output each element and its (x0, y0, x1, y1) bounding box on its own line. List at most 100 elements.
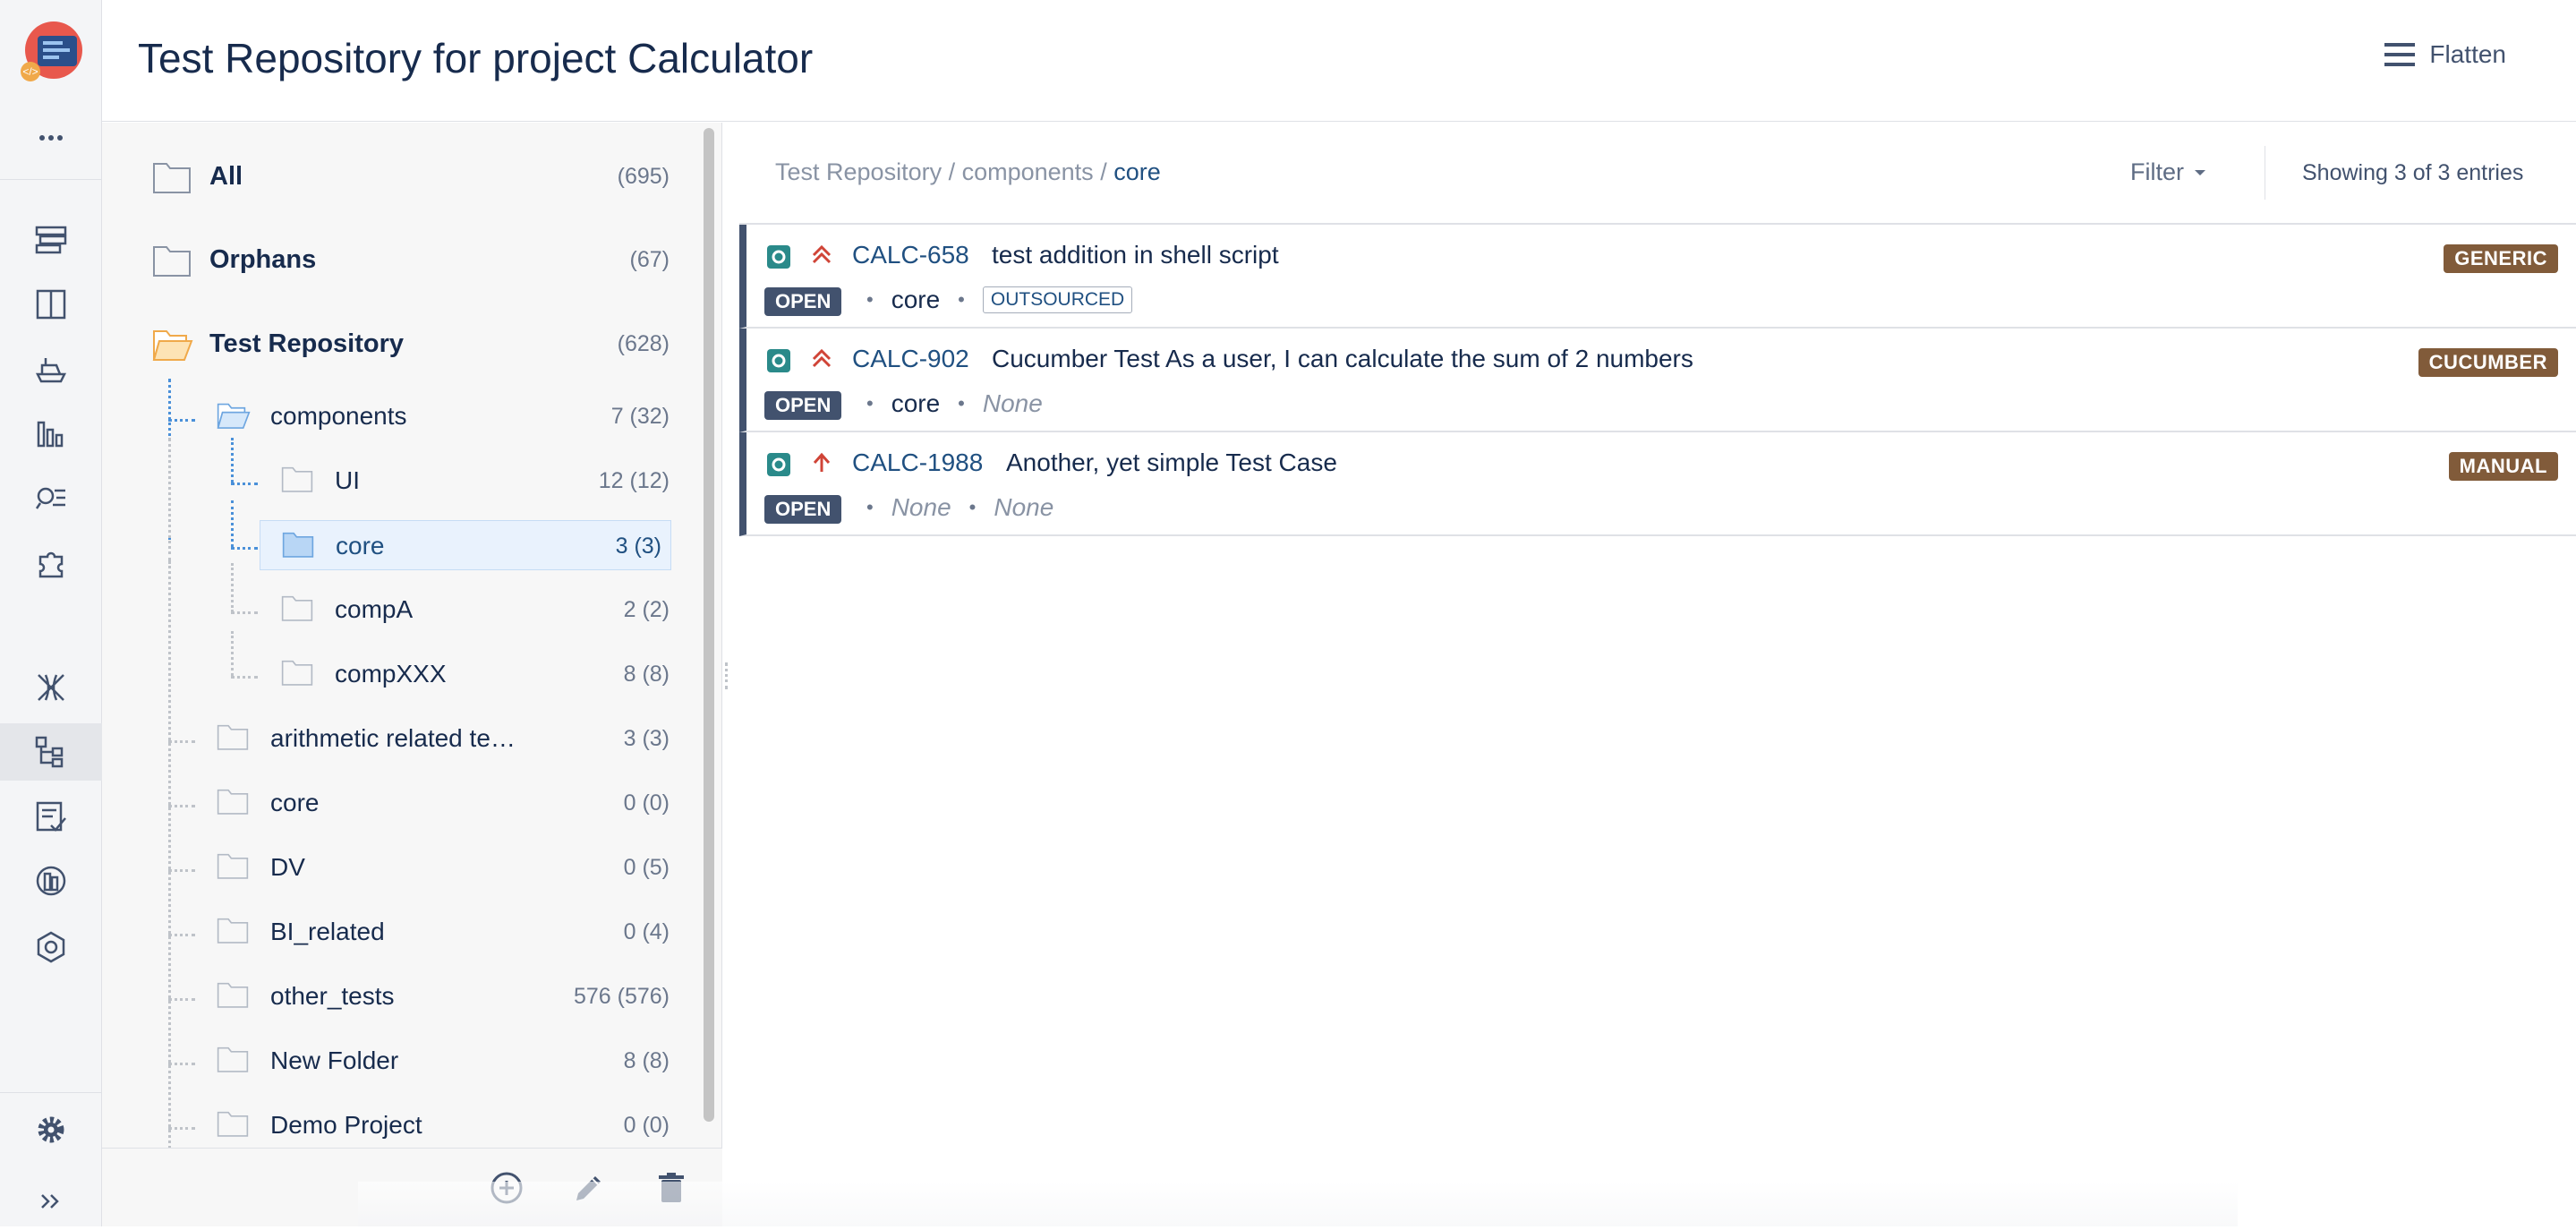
flatten-label: Flatten (2429, 40, 2506, 68)
component-value: core (891, 286, 941, 313)
tree-scroll-thumb[interactable] (704, 128, 714, 1122)
test-summary[interactable]: Another, yet simple Test Case (1006, 448, 1337, 477)
tree-node-label: New Folder (270, 1046, 399, 1074)
filter-button[interactable]: Filter (2130, 158, 2207, 186)
flatten-button[interactable]: Flatten (2383, 39, 2506, 70)
tree-node-compa[interactable]: compA 2 (2) (260, 585, 680, 635)
tree-node-demo-project[interactable]: Demo Project 0 (0) (195, 1100, 680, 1148)
hamburger-icon (2384, 43, 2416, 66)
settings-icon[interactable] (0, 1101, 102, 1158)
label-value: None (994, 493, 1054, 521)
test-key-link[interactable]: CALC-1988 (852, 448, 983, 477)
tree-node-label: arithmetic related te… (270, 724, 516, 752)
test-type-badge: GENERIC (2444, 244, 2558, 273)
tree-node-label: core (270, 789, 320, 816)
tree-node-count: (695) (617, 164, 670, 189)
folder-tree[interactable]: All (695) Orphans (67) Test Repository (… (102, 123, 695, 1148)
tree-node-dv[interactable]: DV 0 (5) (195, 842, 680, 893)
entries-count: Showing 3 of 3 entries (2302, 160, 2524, 185)
tree-node-test-repository[interactable]: Test Repository (628) (134, 319, 680, 369)
tree-node-count: 3 (3) (623, 726, 670, 751)
folder-icon (281, 660, 313, 686)
breadcrumb-parent[interactable]: components (962, 158, 1094, 185)
folder-icon (282, 532, 314, 558)
tree-node-count: 0 (5) (623, 855, 670, 880)
ship-icon[interactable] (0, 340, 102, 397)
tree-node-count: 12 (12) (598, 468, 670, 493)
tree-node-components[interactable]: components 7 (32) (195, 391, 680, 441)
board-icon[interactable] (0, 211, 102, 269)
search-issues-icon[interactable] (0, 469, 102, 526)
test-meta: • None • None (866, 493, 1053, 522)
breadcrumb-current: core (1113, 158, 1161, 185)
priority-highest-icon (812, 244, 832, 264)
page-header: Test Repository for project Calculator F… (102, 0, 2576, 122)
tree-node-all[interactable]: All (695) (134, 151, 680, 201)
priority-highest-icon (812, 348, 832, 368)
folder-open-icon (217, 403, 251, 429)
label-value: None (982, 389, 1043, 417)
tree-node-count: 2 (2) (623, 597, 670, 622)
tree-node-label: UI (335, 466, 360, 494)
folder-icon (217, 724, 249, 750)
test-row[interactable]: CALC-658 test addition in shell script O… (739, 225, 2576, 329)
test-summary[interactable]: Cucumber Test As a user, I can calculate… (992, 345, 1693, 373)
test-key-link[interactable]: CALC-658 (852, 241, 969, 269)
breadcrumb-root[interactable]: Test Repository (775, 158, 942, 185)
component-icon[interactable] (0, 918, 102, 976)
tree-node-core-selected[interactable]: core 3 (3) (260, 520, 671, 570)
test-row[interactable]: CALC-1988 Another, yet simple Test Case … (739, 432, 2576, 536)
folder-tree-panel: All (695) Orphans (67) Test Repository (… (102, 123, 722, 1226)
label-tag[interactable]: OUTSOURCED (982, 286, 1133, 313)
test-issue-type-icon (767, 453, 790, 476)
tree-node-label: Orphans (209, 245, 317, 274)
test-list-panel: Test Repository / components / core Filt… (723, 123, 2576, 1226)
add-ons-icon[interactable] (0, 534, 102, 591)
status-badge: OPEN (764, 287, 842, 316)
tree-node-label: other_tests (270, 982, 395, 1010)
separator-dot: • (958, 288, 965, 311)
folder-icon (217, 1111, 249, 1137)
tree-node-core[interactable]: core 0 (0) (195, 778, 680, 828)
breadcrumb-separator: / (942, 158, 962, 185)
tree-node-bi-related[interactable]: BI_related 0 (4) (195, 907, 680, 957)
reports-icon[interactable] (0, 405, 102, 462)
columns-icon[interactable] (0, 276, 102, 333)
separator-dot: • (866, 392, 874, 414)
separator-dot: • (866, 288, 874, 311)
tree-node-arithmetic[interactable]: arithmetic related te… 3 (3) (195, 713, 680, 764)
test-meta: • core • None (866, 389, 1043, 418)
more-icon[interactable] (0, 109, 102, 167)
tree-node-other-tests[interactable]: other_tests 576 (576) (195, 971, 680, 1021)
test-row[interactable]: CALC-902 Cucumber Test As a user, I can … (739, 329, 2576, 432)
test-repository-icon[interactable] (0, 723, 102, 781)
component-value: None (891, 493, 951, 521)
status-badge: OPEN (764, 391, 842, 420)
folder-icon (281, 466, 313, 492)
page-title: Test Repository for project Calculator (138, 35, 814, 81)
svg-text:</>: </> (22, 65, 38, 78)
test-issue-type-icon (767, 245, 790, 269)
test-plan-icon[interactable] (0, 788, 102, 845)
tree-node-new-folder[interactable]: New Folder 8 (8) (195, 1036, 680, 1086)
tree-node-ui[interactable]: UI 12 (12) (260, 456, 680, 506)
test-runs-icon[interactable] (0, 852, 102, 910)
tree-node-label: BI_related (270, 918, 385, 945)
breadcrumb-separator: / (1093, 158, 1114, 185)
expand-icon[interactable] (0, 1173, 102, 1230)
test-type-badge: CUCUMBER (2418, 348, 2558, 377)
tree-node-count: (67) (629, 247, 670, 272)
folder-icon (217, 918, 249, 944)
tree-scrollbar[interactable] (704, 128, 714, 1122)
tree-node-label: Demo Project (270, 1111, 422, 1139)
test-key-link[interactable]: CALC-902 (852, 345, 969, 373)
test-summary[interactable]: test addition in shell script (992, 241, 1279, 269)
tree-node-orphans[interactable]: Orphans (67) (134, 235, 680, 285)
tree-node-count: 576 (576) (573, 984, 670, 1009)
bottom-shadow (358, 1182, 2238, 1226)
project-avatar[interactable]: </> (20, 20, 84, 84)
folder-icon (217, 982, 249, 1008)
tree-node-compxxx[interactable]: compXXX 8 (8) (260, 649, 680, 699)
tree-node-label: compA (335, 595, 414, 623)
xray-icon[interactable] (0, 659, 102, 716)
